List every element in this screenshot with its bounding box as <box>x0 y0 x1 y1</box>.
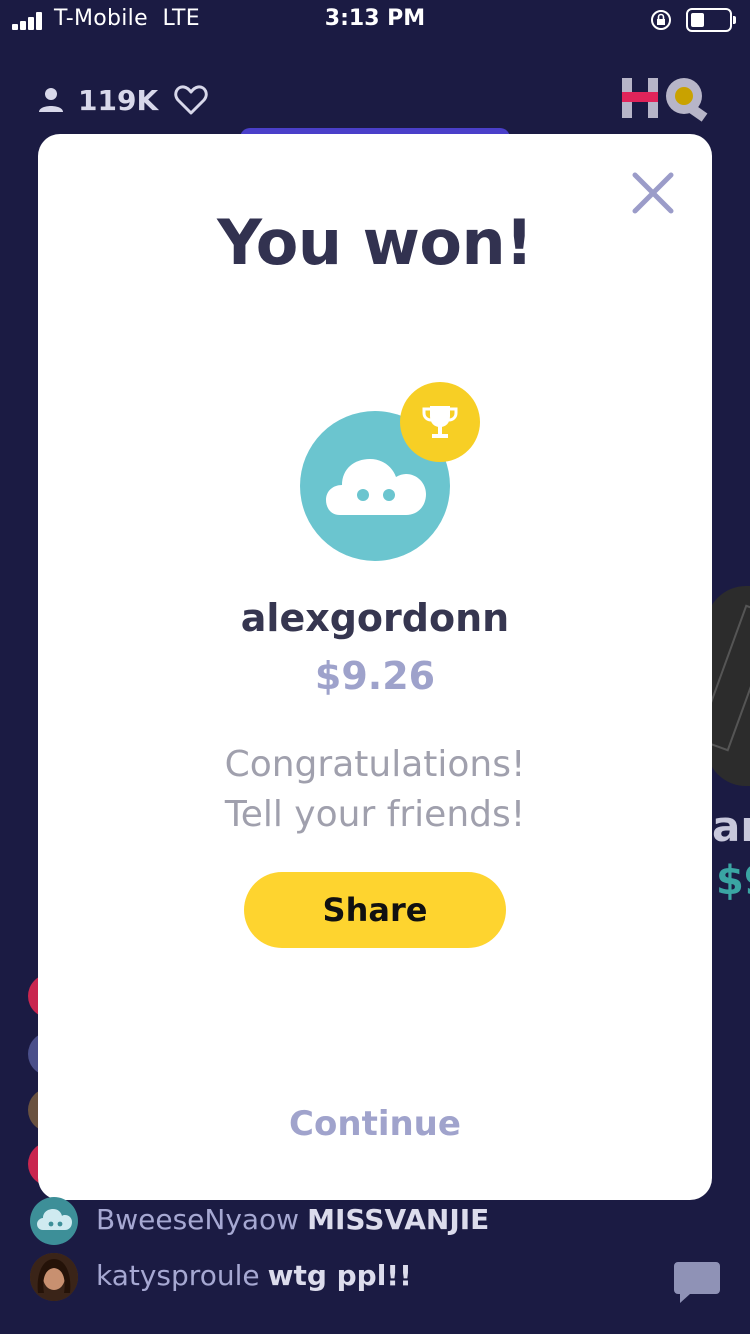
winner-username: alexgordonn <box>240 596 510 640</box>
trophy-icon <box>422 406 458 438</box>
congrats-message: Congratulations! Tell your friends! <box>38 740 712 840</box>
chat-avatar <box>30 1253 78 1301</box>
hq-logo <box>622 78 708 122</box>
side-amount-fragment: $9 <box>716 858 750 904</box>
viewers-icon <box>39 88 63 112</box>
share-button[interactable]: Share <box>244 872 506 948</box>
heart-icon[interactable] <box>174 84 208 116</box>
rotation-lock-icon <box>651 10 671 30</box>
status-time: 3:13 PM <box>324 6 426 31</box>
trophy-badge <box>400 382 480 462</box>
congrats-line-1: Congratulations! <box>224 744 526 785</box>
user-photo-avatar <box>30 1253 78 1301</box>
viewer-count: 119K <box>78 84 159 117</box>
chat-bubble-icon[interactable] <box>672 1256 722 1306</box>
modal-title: You won! <box>217 206 533 279</box>
chat-avatar <box>30 1197 78 1245</box>
cloud-avatar-icon <box>37 1209 72 1230</box>
chat-username: BweeseNyaow <box>96 1203 300 1236</box>
chat-username: katysproule <box>96 1259 260 1292</box>
congrats-line-2: Tell your friends! <box>224 794 526 835</box>
cloud-avatar-icon <box>326 459 426 515</box>
continue-button[interactable]: Continue <box>38 1104 712 1144</box>
chat-text: MISSVANJIE <box>307 1203 490 1236</box>
side-username-fragment: ar <box>712 802 750 851</box>
status-bar: T-Mobile LTE 3:13 PM <box>0 0 750 40</box>
contestant-photo <box>706 586 750 786</box>
win-modal: You won! alexgordonn $9.26 Congratulatio… <box>38 134 712 1200</box>
battery-icon <box>686 8 736 32</box>
prize-amount: $9.26 <box>314 654 436 698</box>
chat-text: wtg ppl!! <box>267 1259 412 1292</box>
